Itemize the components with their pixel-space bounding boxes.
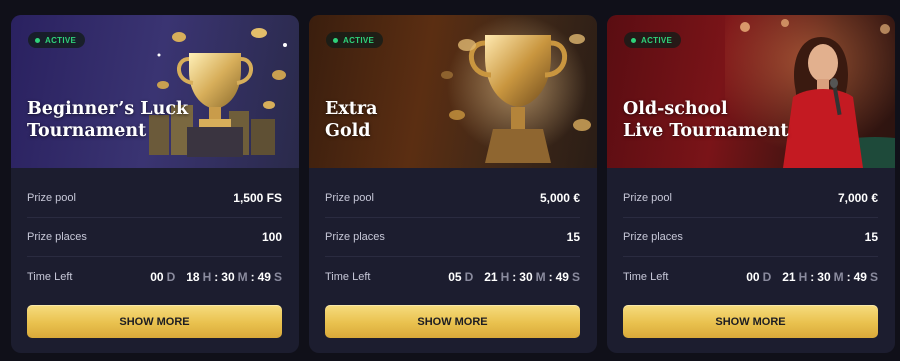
tournament-card-old-school-live: ACTIVE Old-school Live Tournament Prize …: [607, 15, 895, 353]
prize-places-label: Prize places: [623, 231, 683, 243]
time-left-label: Time Left: [623, 270, 669, 283]
timer-minutes: 30: [817, 269, 831, 284]
timer-days-unit: D: [762, 269, 772, 284]
prize-places-label: Prize places: [325, 231, 385, 243]
card-details: Prize pool 1,500 FS Prize places 100 Tim…: [27, 179, 282, 296]
timer-hours: 21: [484, 269, 498, 284]
gold-cup-coins-icon: [441, 15, 591, 163]
show-more-button[interactable]: SHOW MORE: [623, 305, 878, 338]
tournament-card-extra-gold: ACTIVE Extra Gold Prize pool 5,000 € Pri…: [309, 15, 597, 353]
prize-pool-value: 7,000 €: [837, 191, 878, 205]
countdown-timer: 00 D 18 H : 30 M : 49 S: [150, 269, 282, 284]
countdown-timer: 00 D 21 H : 30 M : 49 S: [746, 269, 878, 284]
status-badge: ACTIVE: [624, 32, 682, 48]
card-details: Prize pool 7,000 € Prize places 15 Time …: [623, 179, 878, 296]
card-title: Old-school Live Tournament: [623, 99, 789, 141]
timer-seconds-unit: S: [571, 269, 580, 284]
status-text: ACTIVE: [641, 35, 673, 45]
card-hero: ACTIVE Extra Gold: [309, 15, 597, 168]
prize-places-value: 15: [566, 230, 580, 244]
status-text: ACTIVE: [45, 35, 77, 45]
timer-minutes-unit: M: [535, 269, 546, 284]
card-details: Prize pool 5,000 € Prize places 15 Time …: [325, 179, 580, 296]
prize-places-row: Prize places 15: [325, 218, 580, 257]
time-left-row: Time Left 00 D 21 H : 30 M : 49 S: [623, 257, 878, 296]
card-title: Extra Gold: [325, 99, 378, 141]
timer-hours: 18: [186, 269, 200, 284]
timer-seconds-unit: S: [869, 269, 878, 284]
timer-days: 00: [746, 269, 760, 284]
countdown-timer: 05 D 21 H : 30 M : 49 S: [448, 269, 580, 284]
status-text: ACTIVE: [343, 35, 375, 45]
prize-pool-label: Prize pool: [27, 192, 76, 204]
timer-minutes-unit: M: [237, 269, 248, 284]
prize-places-label: Prize places: [27, 231, 87, 243]
status-badge: ACTIVE: [326, 32, 384, 48]
show-more-button[interactable]: SHOW MORE: [325, 305, 580, 338]
active-dot-icon: [35, 37, 40, 43]
prize-pool-value: 5,000 €: [539, 191, 580, 205]
timer-minutes: 30: [519, 269, 533, 284]
prize-pool-row: Prize pool 7,000 €: [623, 179, 878, 218]
timer-hours-unit: H: [500, 269, 510, 284]
show-more-button[interactable]: SHOW MORE: [27, 305, 282, 338]
prize-pool-row: Prize pool 5,000 €: [325, 179, 580, 218]
time-left-label: Time Left: [27, 270, 73, 283]
prize-pool-label: Prize pool: [325, 192, 374, 204]
timer-seconds: 49: [257, 269, 271, 284]
timer-seconds: 49: [853, 269, 867, 284]
time-left-row: Time Left 00 D 18 H : 30 M : 49 S: [27, 257, 282, 296]
prize-places-row: Prize places 15: [623, 218, 878, 257]
timer-hours-unit: H: [798, 269, 808, 284]
timer-days-unit: D: [464, 269, 474, 284]
timer-seconds-unit: S: [273, 269, 282, 284]
tournament-card-beginners-luck: ACTIVE Beginner’s Luck Tournament Prize …: [11, 15, 299, 353]
prize-pool-value: 1,500 FS: [233, 191, 282, 205]
prize-places-value: 100: [261, 230, 282, 244]
timer-seconds: 49: [555, 269, 569, 284]
timer-days: 05: [448, 269, 462, 284]
live-host-icon: [725, 15, 895, 168]
timer-hours-unit: H: [202, 269, 212, 284]
prize-pool-label: Prize pool: [623, 192, 672, 204]
card-hero: ACTIVE Beginner’s Luck Tournament: [11, 15, 299, 168]
timer-days: 00: [150, 269, 164, 284]
prize-places-row: Prize places 100: [27, 218, 282, 257]
card-hero: ACTIVE Old-school Live Tournament: [607, 15, 895, 168]
trophy-coins-icon: [149, 28, 287, 157]
timer-minutes: 30: [221, 269, 235, 284]
timer-days-unit: D: [166, 269, 176, 284]
prize-pool-row: Prize pool 1,500 FS: [27, 179, 282, 218]
time-left-label: Time Left: [325, 270, 371, 283]
time-left-row: Time Left 05 D 21 H : 30 M : 49 S: [325, 257, 580, 296]
prize-places-value: 15: [864, 230, 878, 244]
timer-minutes-unit: M: [833, 269, 844, 284]
active-dot-icon: [631, 37, 636, 43]
active-dot-icon: [333, 37, 338, 43]
timer-hours: 21: [782, 269, 796, 284]
status-badge: ACTIVE: [28, 32, 86, 48]
card-title: Beginner’s Luck Tournament: [27, 99, 189, 141]
